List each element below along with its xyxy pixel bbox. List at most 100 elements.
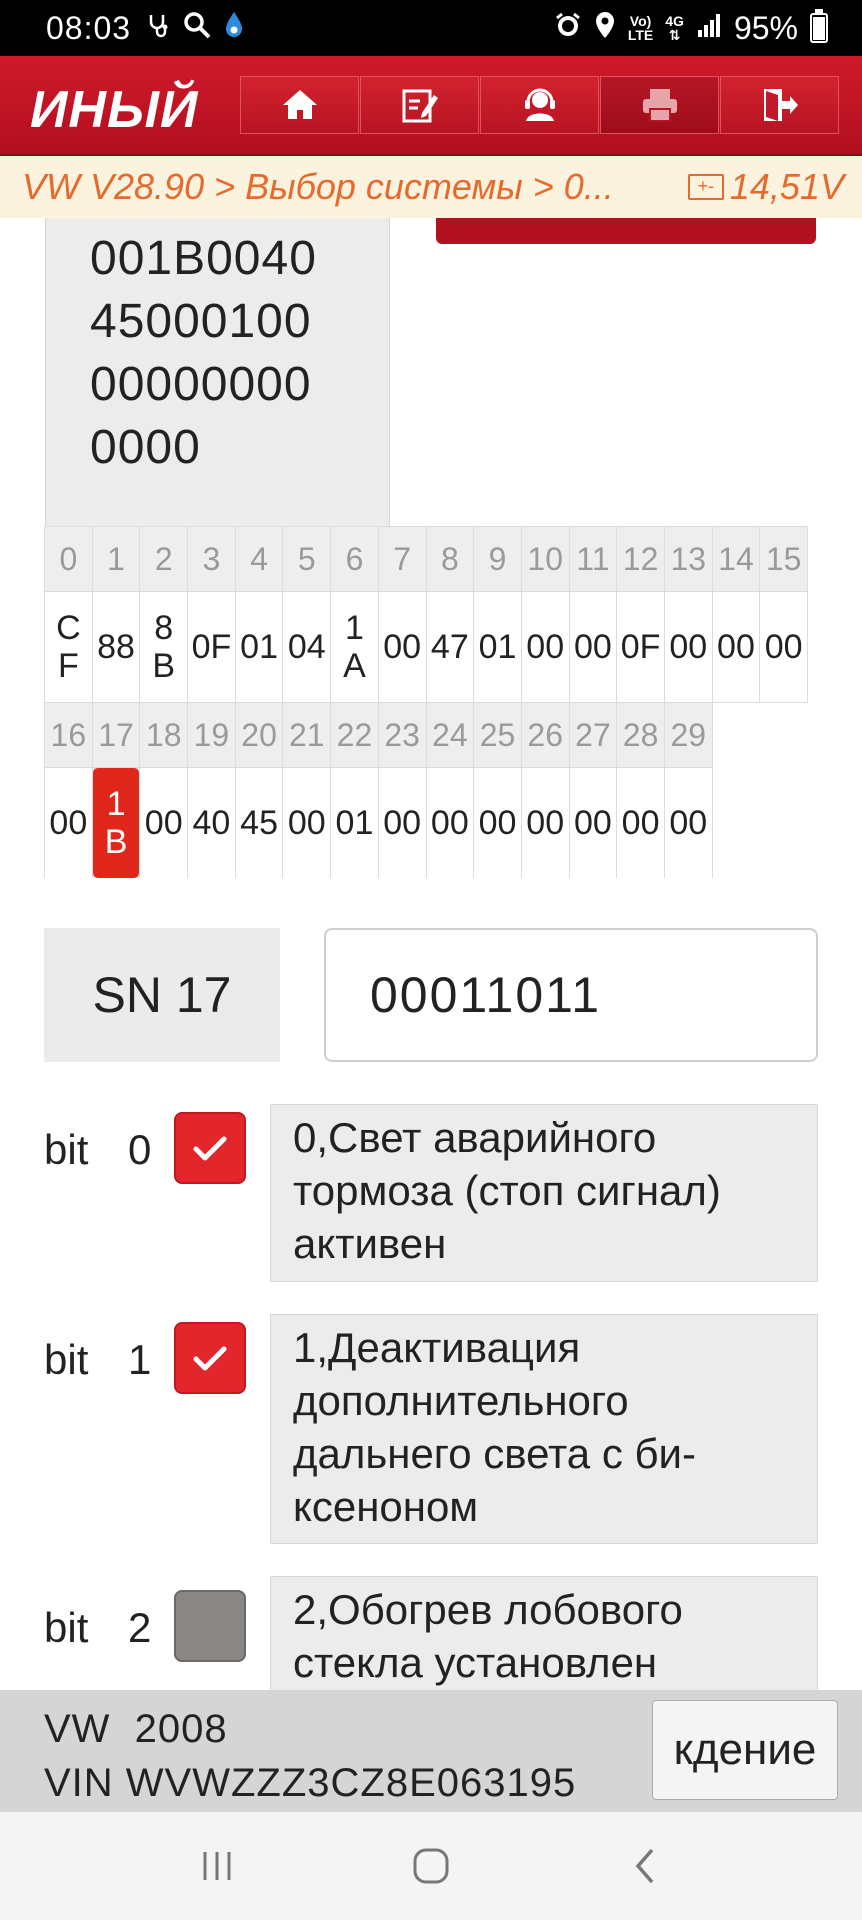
byte-value-cell[interactable]: 0F [616,591,665,703]
recents-button[interactable] [187,1836,247,1896]
app-title: ИНЫЙ [30,81,199,139]
footer-action-button[interactable]: кдение [652,1700,838,1800]
byte-value-cell[interactable]: 00 [616,767,665,878]
home-icon [282,90,317,119]
byte-value-cell[interactable]: 00 [425,767,475,878]
byte-value-high: C [56,609,81,647]
location-icon [594,11,616,46]
recents-icon [203,1852,231,1880]
voltage-indicator: +- 14,51V [687,166,844,208]
byte-value-cell[interactable]: 00 [377,591,427,703]
bit-description: 2,Обогрев лобового стекла установлен [270,1576,818,1690]
byte-value-cell[interactable]: 45 [234,767,284,878]
byte-value-cell[interactable]: 04 [282,591,332,703]
byte-value-cell[interactable]: 00 [139,767,189,878]
byte-value-cell[interactable]: 00 [759,591,808,703]
byte-value-row: 00 1 B 00 40 45 00 01 00 00 00 00 00 00 00 [44,767,818,878]
byte-index-cell: 16 [44,702,93,768]
byte-value-high: 1 [345,609,364,647]
byte-value-cell[interactable]: 0F [187,591,236,703]
byte-index-cell: 9 [473,526,522,592]
sn-binary-input[interactable]: 00011011 [324,928,818,1062]
home-nav-button[interactable] [401,1836,461,1896]
byte-value-cell[interactable]: 00 [663,591,713,703]
bit-0-checkbox[interactable] [174,1112,246,1184]
byte-index-row: 16 17 18 19 20 21 22 23 24 25 26 27 28 29 [44,702,818,768]
byte-index-cell: 0 [44,526,93,592]
edit-report-icon [402,89,438,123]
back-icon [635,1848,654,1884]
byte-value-cell[interactable]: 8B [139,591,189,703]
byte-index-cell: 2 [139,526,189,592]
printer-icon [642,89,677,122]
bit-label: bit [44,1336,89,1383]
network-type: 4G ⇅ [665,13,684,43]
byte-index-cell: 15 [759,526,808,592]
byte-index-cell: 3 [187,526,236,592]
byte-value-high: 1 [106,785,126,823]
app-header: ИНЫЙ [0,56,862,156]
bit-label: bit [44,1604,89,1651]
byte-index-cell: 7 [377,526,427,592]
byte-value-cell[interactable]: 00 [711,591,761,703]
print-button[interactable] [600,76,719,134]
byte-value-cell[interactable]: 40 [187,767,236,878]
exit-button[interactable] [720,76,839,134]
byte-value-cell[interactable]: CF [44,591,93,703]
bit-row: bit 1 1,Деактивация дополнительного даль… [44,1314,818,1544]
byte-value-cell[interactable]: 00 [663,767,713,878]
byte-value-cell[interactable]: 00 [520,767,570,878]
byte-value-low: B [152,647,176,685]
byte-index-cell: 22 [330,702,379,768]
support-button[interactable] [480,76,599,134]
bit-row: bit 0 0,Свет аварийного тормоза (стоп си… [44,1104,818,1282]
vehicle-make-year: VW 2008 [44,1707,228,1751]
vehicle-vin: VIN WVWZZZ3CZ8E063195 [44,1761,577,1805]
bit-label: bit [44,1126,89,1173]
byte-value-cell[interactable]: 01 [330,767,379,878]
byte-value-cell[interactable]: 1B [91,767,141,878]
home-circle-icon [413,1848,449,1884]
byte-index-cell: 12 [616,526,665,592]
byte-index-cell: 26 [520,702,570,768]
byte-index-cell: 19 [187,702,236,768]
byte-index-cell: 24 [425,702,475,768]
byte-value-cell[interactable]: 00 [520,591,570,703]
hex-line: 001B0040 [90,232,317,285]
byte-value-cell[interactable]: 01 [473,591,522,703]
clock: 08:03 [46,9,132,46]
byte-index-cell: 11 [568,526,618,592]
main-content[interactable]: 001B0040 45000100 00000000 0000 01234567… [0,218,862,1690]
search-icon [183,11,211,46]
byte-value-cell[interactable]: 00 [473,767,522,878]
byte-index-cell: 6 [330,526,379,592]
byte-value-row: C F 88 8 B 0F 01 04 1 A 00 47 01 00 00 0F 00 00 00 [44,591,818,703]
byte-index-cell: 20 [234,702,284,768]
byte-value-cell[interactable]: 00 [568,767,618,878]
byte-value-cell[interactable]: 47 [425,591,475,703]
hex-line: 45000100 [90,295,312,348]
byte-value-cell[interactable]: 00 [568,591,618,703]
bit-1-checkbox[interactable] [174,1322,246,1394]
home-button[interactable] [240,76,359,134]
byte-value-cell[interactable]: 00 [377,767,427,878]
sn-label: SN 17 [44,928,280,1062]
back-button[interactable] [615,1836,675,1896]
byte-index-cell: 4 [234,526,284,592]
byte-value-cell[interactable]: 00 [44,767,93,878]
header-nav [240,76,840,134]
byte-index-cell: 21 [282,702,332,768]
alarm-icon [554,11,582,46]
action-button[interactable] [436,218,816,244]
vehicle-footer: VW 2008 VIN WVWZZZ3CZ8E063195 кдение [0,1690,862,1812]
byte-value-cell[interactable]: 1A [330,591,379,703]
bit-number: 0 [128,1126,152,1173]
byte-value-cell[interactable]: 88 [91,591,141,703]
bit-row: bit 2 2,Обогрев лобового стекла установл… [44,1576,818,1690]
bit-2-checkbox[interactable] [174,1590,246,1662]
byte-value-cell[interactable]: 01 [234,591,284,703]
byte-value-cell[interactable]: 00 [282,767,332,878]
report-button[interactable] [360,76,479,134]
check-icon [193,1136,227,1161]
byte-index-cell: 23 [377,702,427,768]
